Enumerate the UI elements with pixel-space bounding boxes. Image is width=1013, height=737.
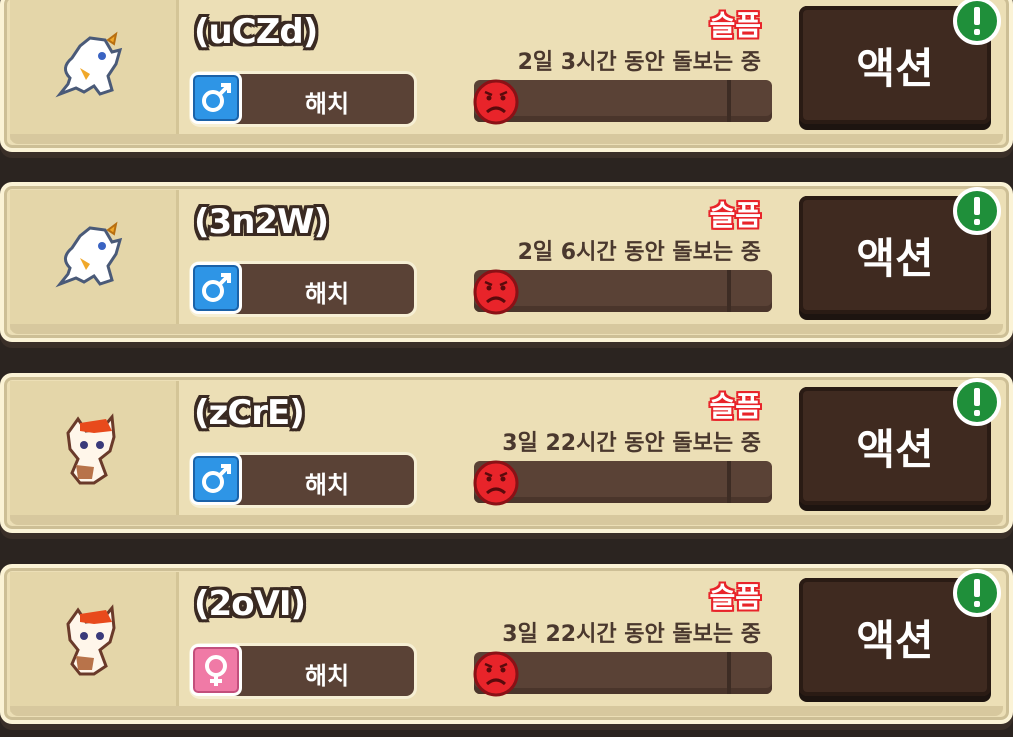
pet-card: (2oVI) 해치 슬픔 3일 22시간 동안 돌보는 중 액션 xyxy=(0,564,1013,724)
sad-face-icon xyxy=(473,79,519,125)
pet-card: (uCZd) 해치 슬픔 2일 3시간 동안 돌보는 중 액션 xyxy=(0,0,1013,152)
care-time-text: 3일 22시간 동안 돌보는 중 xyxy=(502,431,761,456)
gauge-divider xyxy=(727,80,731,122)
care-time-text: 2일 6시간 동안 돌보는 중 xyxy=(517,240,761,265)
stage-badge: 해치 xyxy=(190,262,414,314)
pet-name: (zCrE) xyxy=(194,393,305,433)
gauge-divider xyxy=(727,652,731,694)
mood-label: 슬픔 xyxy=(709,581,761,614)
male-icon xyxy=(190,72,242,124)
stage-label: 해치 xyxy=(304,90,350,118)
male-icon xyxy=(190,453,242,505)
pet-name: (3n2W) xyxy=(194,202,329,242)
happiness-gauge xyxy=(473,79,772,125)
stage-badge: 해치 xyxy=(190,453,414,505)
happiness-gauge xyxy=(473,269,772,315)
alert-icon[interactable] xyxy=(952,377,1002,427)
happiness-gauge xyxy=(473,460,772,506)
mood-label: 슬픔 xyxy=(709,390,761,423)
fox-cat-sprite xyxy=(66,413,116,485)
white-dragon-sprite xyxy=(55,221,123,288)
stage-label: 해치 xyxy=(304,471,350,499)
pet-name: (2oVI) xyxy=(194,584,306,624)
sad-face-icon xyxy=(473,460,519,506)
mood-label: 슬픔 xyxy=(709,9,761,42)
sad-face-icon xyxy=(473,651,519,697)
care-time-text: 3일 22시간 동안 돌보는 중 xyxy=(502,622,761,647)
male-icon xyxy=(190,262,242,314)
pet-name: (uCZd) xyxy=(194,12,318,52)
white-dragon-sprite xyxy=(55,31,123,98)
stage-label: 해치 xyxy=(304,280,350,308)
gauge-divider xyxy=(727,461,731,503)
fox-cat-sprite xyxy=(66,604,116,676)
stage-badge: 해치 xyxy=(190,644,414,696)
alert-icon[interactable] xyxy=(952,568,1002,618)
sad-face-icon xyxy=(473,269,519,315)
pet-card: (3n2W) 해치 슬픔 2일 6시간 동안 돌보는 중 액션 xyxy=(0,182,1013,342)
stage-badge: 해치 xyxy=(190,72,414,124)
pet-portrait xyxy=(10,0,179,140)
pet-portrait xyxy=(10,190,179,330)
female-icon xyxy=(190,644,242,696)
pet-portrait xyxy=(10,381,179,521)
alert-icon[interactable] xyxy=(952,0,1002,46)
pet-card: (zCrE) 해치 슬픔 3일 22시간 동안 돌보는 중 액션 xyxy=(0,373,1013,533)
mood-label: 슬픔 xyxy=(709,199,761,232)
happiness-gauge xyxy=(473,651,772,697)
pet-portrait xyxy=(10,572,179,712)
gauge-divider xyxy=(727,270,731,312)
alert-icon[interactable] xyxy=(952,186,1002,236)
stage-label: 해치 xyxy=(304,662,350,690)
care-time-text: 2일 3시간 동안 돌보는 중 xyxy=(517,50,761,75)
